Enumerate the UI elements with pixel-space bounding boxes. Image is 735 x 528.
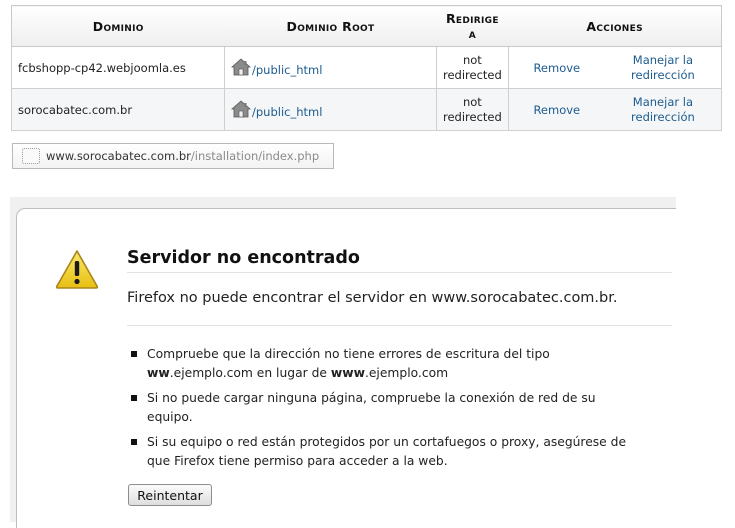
header-redirect[interactable]: Redirige a <box>436 5 509 47</box>
tip-text: Compruebe que la dirección no tiene erro… <box>147 347 550 361</box>
tip-text: .ejemplo.com <box>364 366 449 380</box>
description-divider <box>127 325 672 326</box>
redirect-cell: not redirected <box>436 88 509 131</box>
actions-cell: Remove Manejar la redirección <box>507 88 723 131</box>
table-row: fcbshopp-cp42.webjoomla.es /public_html … <box>11 46 723 89</box>
error-title: Servidor no encontrado <box>127 248 360 268</box>
table-header-row: Dominio Dominio Root Redirige a Acciones <box>11 5 723 47</box>
root-cell: /public_html <box>224 46 437 89</box>
home-icon <box>231 58 251 76</box>
tip-text: Si no puede cargar ninguna página, compr… <box>147 391 596 424</box>
tip-bold-text: ww <box>147 366 170 380</box>
bullet-icon <box>131 351 137 357</box>
domains-table: Dominio Dominio Root Redirige a Acciones… <box>11 5 723 131</box>
bullet-icon <box>131 439 137 445</box>
error-description: Firefox no puede encontrar el servidor e… <box>127 290 618 306</box>
address-bar[interactable]: www.sorocabatec.com.br/installation/inde… <box>12 143 334 169</box>
table-row: sorocabatec.com.br /public_html not redi… <box>11 88 723 131</box>
home-icon <box>231 100 251 118</box>
public-html-link[interactable]: /public_html <box>252 63 322 77</box>
error-page: Servidor no encontrado Firefox no puede … <box>10 197 676 528</box>
page-icon <box>22 148 40 164</box>
list-item: Si no puede cargar ninguna página, compr… <box>127 389 627 427</box>
public-html-link[interactable]: /public_html <box>252 105 322 119</box>
domain-cell: sorocabatec.com.br <box>11 88 225 131</box>
remove-link[interactable]: Remove <box>509 61 605 75</box>
warning-triangle-icon <box>55 250 99 289</box>
header-actions: Acciones <box>508 5 723 47</box>
redirect-cell: not redirected <box>436 46 509 89</box>
list-item: Compruebe que la dirección no tiene erro… <box>127 345 627 383</box>
tip-text: Si su equipo o red están protegidos por … <box>147 435 627 468</box>
header-domain[interactable]: Dominio <box>11 5 225 47</box>
root-cell: /public_html <box>224 88 437 131</box>
manage-redirect-link[interactable]: Manejar la redirección <box>605 53 721 83</box>
remove-link[interactable]: Remove <box>509 103 605 117</box>
header-domain-root[interactable]: Dominio Root <box>224 5 437 47</box>
bullet-icon <box>131 395 137 401</box>
manage-redirect-link[interactable]: Manejar la redirección <box>605 95 721 125</box>
url-path: /installation/index.php <box>190 149 320 163</box>
tip-text: .ejemplo.com en lugar de <box>169 366 327 380</box>
url-host: www.sorocabatec.com.br <box>46 149 191 163</box>
domain-cell: fcbshopp-cp42.webjoomla.es <box>11 46 225 89</box>
tip-bold-text: www <box>330 366 365 380</box>
retry-button[interactable]: Reintentar <box>128 484 212 506</box>
title-divider <box>127 272 672 273</box>
list-item: Si su equipo o red están protegidos por … <box>127 433 627 471</box>
actions-cell: Remove Manejar la redirección <box>507 46 723 89</box>
suggestion-list: Compruebe que la dirección no tiene erro… <box>127 345 627 477</box>
error-box: Servidor no encontrado Firefox no puede … <box>16 208 676 528</box>
